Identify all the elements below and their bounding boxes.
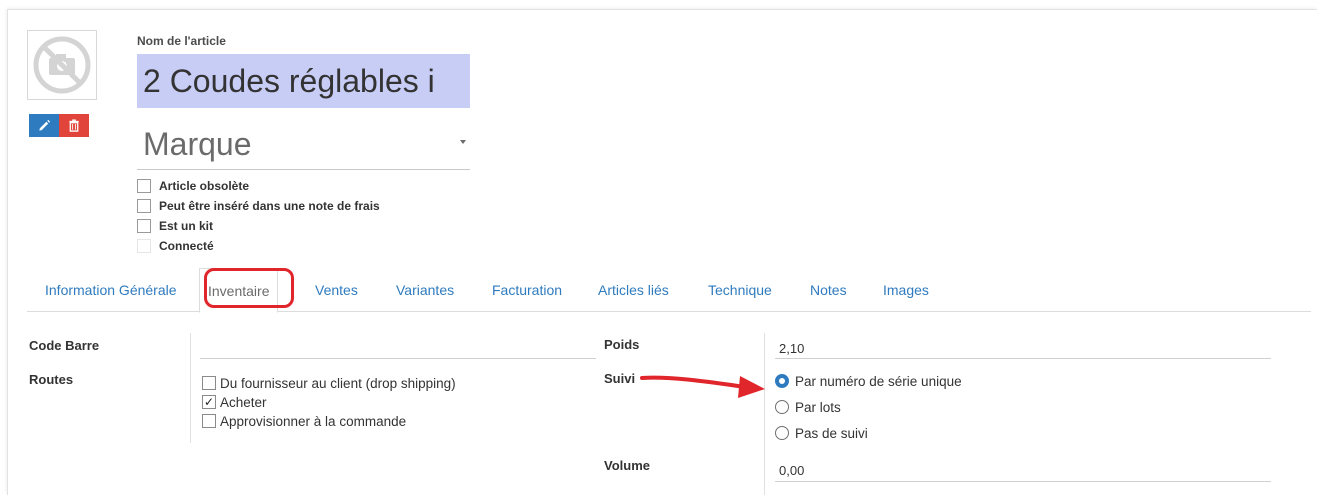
caret-down-icon <box>460 140 466 144</box>
brand-select[interactable]: Marque <box>137 118 470 170</box>
barcode-label: Code Barre <box>29 338 100 353</box>
route-buy[interactable]: ✓ Acheter <box>202 392 267 412</box>
tracking-lots[interactable]: Par lots <box>775 397 841 417</box>
flag-connected-checkbox[interactable] <box>137 239 151 253</box>
flag-expense[interactable]: Peut être inséré dans une note de frais <box>137 196 380 216</box>
tab-notes[interactable]: Notes <box>810 268 847 312</box>
tracking-lots-radio[interactable] <box>775 400 789 414</box>
product-name-input[interactable]: 2 Coudes réglables i <box>137 54 470 108</box>
flag-kit-checkbox[interactable] <box>137 219 151 233</box>
flag-kit[interactable]: Est un kit <box>137 216 380 236</box>
tab-images[interactable]: Images <box>883 268 929 312</box>
route-mto[interactable]: Approvisionner à la commande <box>202 411 406 431</box>
flag-obsolete-label: Article obsolète <box>159 179 250 193</box>
tab-technique[interactable]: Technique <box>708 268 772 312</box>
route-mto-checkbox[interactable] <box>202 414 216 428</box>
trash-icon <box>69 119 79 132</box>
flag-expense-label: Peut être inséré dans une note de frais <box>159 199 380 213</box>
tracking-none-radio[interactable] <box>775 426 789 440</box>
tracking-serial-label: Par numéro de série unique <box>795 373 962 389</box>
tracking-none-label: Pas de suivi <box>795 425 868 441</box>
weight-label: Poids <box>604 337 640 352</box>
barcode-input[interactable] <box>200 358 596 359</box>
tracking-none[interactable]: Pas de suivi <box>775 423 868 443</box>
volume-value: 0,00 <box>779 463 805 478</box>
tracking-label: Suivi <box>604 371 636 386</box>
tracking-serial-radio[interactable] <box>775 374 789 388</box>
annotation-arrow-icon <box>640 375 765 398</box>
route-buy-checkbox[interactable]: ✓ <box>202 395 216 409</box>
image-actions <box>29 114 89 137</box>
flag-expense-checkbox[interactable] <box>137 199 151 213</box>
route-dropship[interactable]: Du fournisseur au client (drop shipping) <box>202 373 456 393</box>
route-buy-label: Acheter <box>220 394 267 410</box>
product-name-label: Nom de l'article <box>137 34 226 48</box>
tab-information-generale[interactable]: Information Générale <box>45 268 177 312</box>
weight-input[interactable] <box>775 358 1271 359</box>
column-divider-left <box>190 333 191 443</box>
delete-image-button[interactable] <box>59 114 89 137</box>
volume-input[interactable] <box>775 481 1271 482</box>
volume-label: Volume <box>604 458 650 473</box>
tab-articles-lies[interactable]: Articles liés <box>598 268 669 312</box>
tab-ventes[interactable]: Ventes <box>315 268 358 312</box>
camera-off-icon <box>33 36 91 94</box>
edit-image-button[interactable] <box>29 114 59 137</box>
flag-connected[interactable]: Connecté <box>137 236 380 256</box>
brand-value: Marque <box>143 126 252 162</box>
product-image[interactable] <box>27 30 97 100</box>
tracking-serial[interactable]: Par numéro de série unique <box>775 371 962 391</box>
column-divider-right <box>764 333 765 495</box>
route-dropship-label: Du fournisseur au client (drop shipping) <box>220 375 456 391</box>
routes-label: Routes <box>29 372 74 387</box>
annotation-highlight-ring <box>204 268 294 308</box>
flag-connected-label: Connecté <box>159 239 214 253</box>
weight-value: 2,10 <box>779 341 805 356</box>
flag-obsolete[interactable]: Article obsolète <box>137 176 380 196</box>
tab-variantes[interactable]: Variantes <box>396 268 454 312</box>
flag-obsolete-checkbox[interactable] <box>137 179 151 193</box>
tracking-lots-label: Par lots <box>795 399 841 415</box>
tab-facturation[interactable]: Facturation <box>492 268 562 312</box>
product-flags: Article obsolète Peut être inséré dans u… <box>137 176 380 256</box>
route-dropship-checkbox[interactable] <box>202 376 216 390</box>
route-mto-label: Approvisionner à la commande <box>220 413 407 429</box>
pencil-icon <box>38 119 50 131</box>
flag-kit-label: Est un kit <box>159 219 214 233</box>
